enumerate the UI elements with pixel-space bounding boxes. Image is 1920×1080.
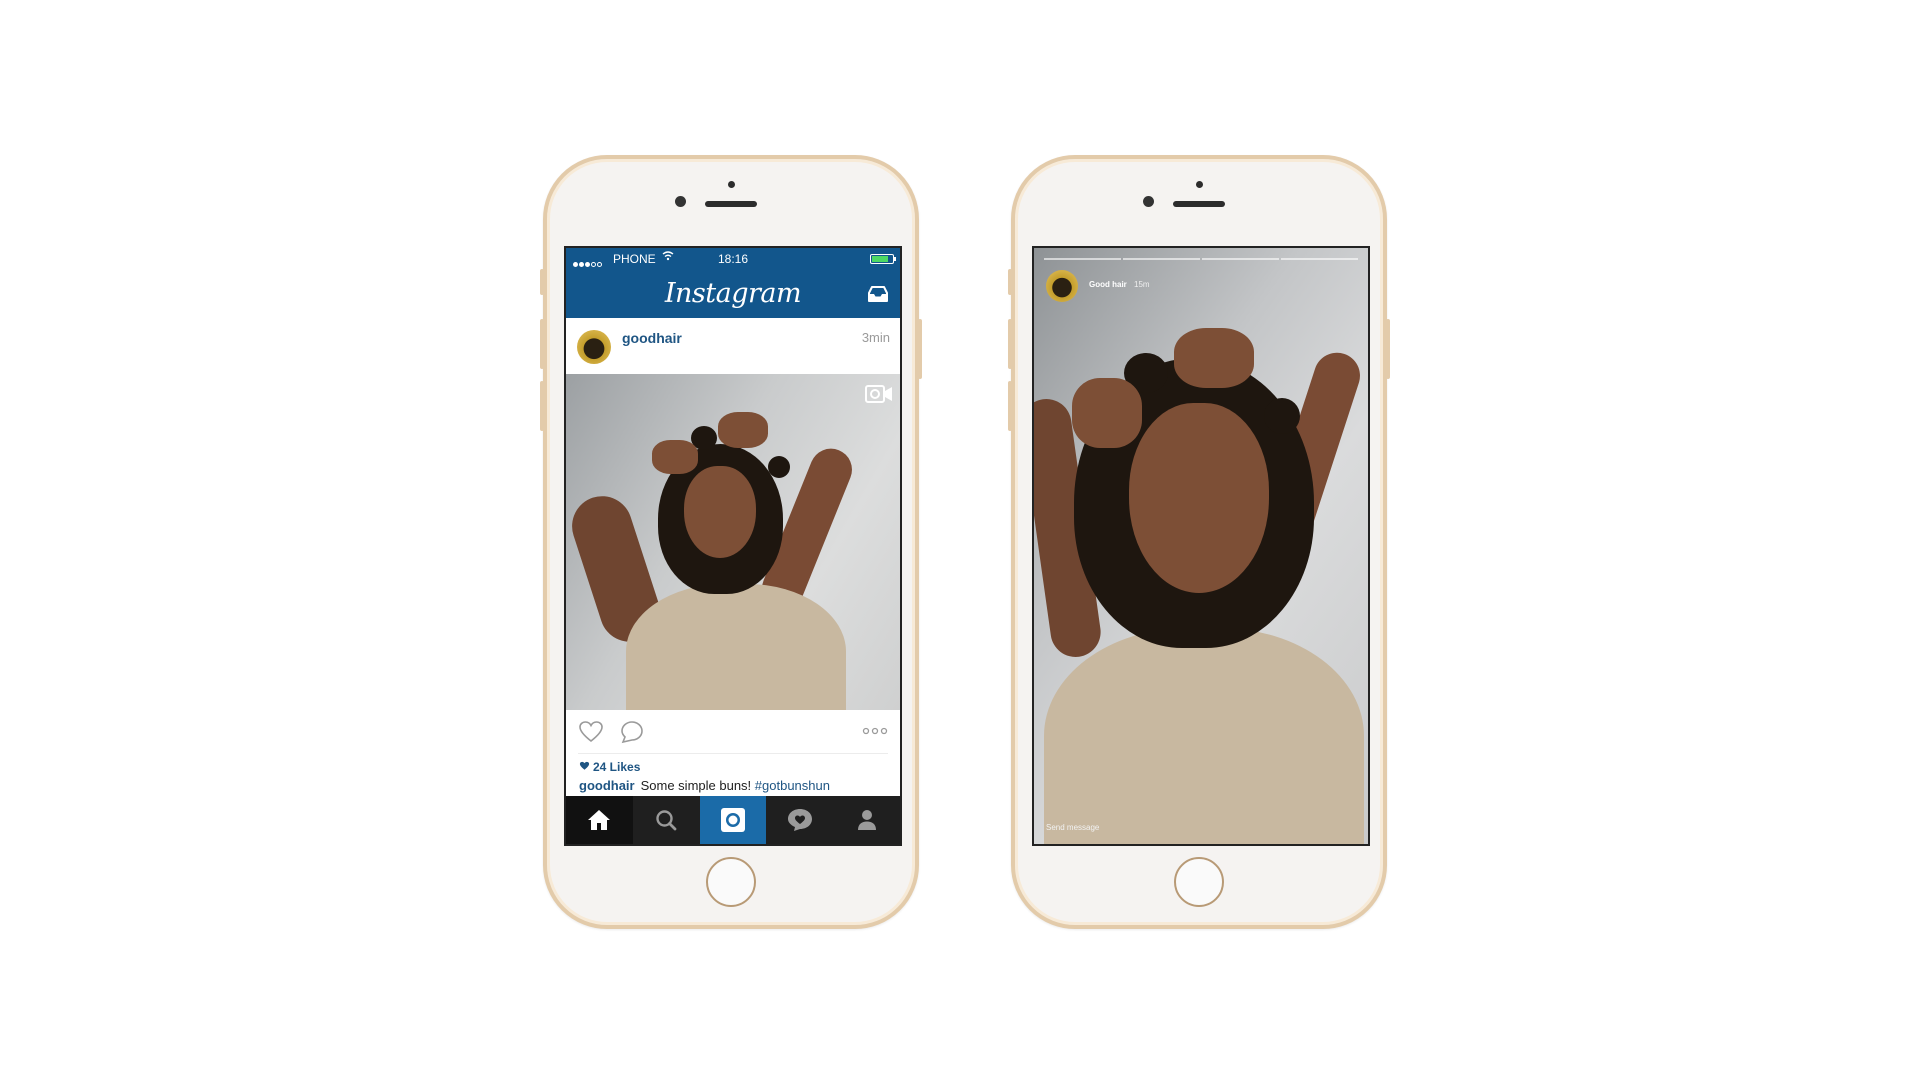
divider: [578, 753, 888, 754]
home-button[interactable]: [1174, 857, 1224, 907]
photo-subject-hand: [1072, 378, 1142, 448]
caption-text: Some simple buns!: [640, 778, 752, 793]
heart-icon[interactable]: [578, 720, 604, 744]
likes-heart-icon: [579, 761, 590, 770]
profile-icon: [857, 810, 876, 830]
avatar[interactable]: [577, 330, 611, 364]
status-bar: PHONE 18:16: [566, 248, 900, 270]
proximity-sensor: [728, 181, 735, 188]
phone-right: Good hair 15m Send message: [1008, 155, 1390, 929]
front-camera: [675, 196, 686, 207]
story-progress-bar: [1044, 258, 1358, 260]
front-camera: [1143, 196, 1154, 207]
progress-segment: [1281, 258, 1358, 260]
screen-feed: PHONE 18:16 Instagram goodhair 3min 24 L…: [564, 246, 902, 846]
post-actions: [566, 710, 900, 752]
progress-segment: [1202, 258, 1279, 260]
likes-label: 24 Likes: [593, 760, 641, 774]
photo-subject-hand: [652, 440, 698, 474]
caption-username[interactable]: goodhair: [579, 778, 635, 793]
photo-subject-bun: [1264, 398, 1300, 434]
story-username[interactable]: Good hair: [1089, 280, 1127, 289]
phone-left: PHONE 18:16 Instagram goodhair 3min 24 L…: [540, 155, 922, 929]
home-button[interactable]: [706, 857, 756, 907]
activity-icon: [787, 809, 812, 831]
progress-segment: [1123, 258, 1200, 260]
power-button: [1386, 319, 1390, 379]
post-photo[interactable]: [566, 374, 900, 710]
photo-subject-hand: [718, 412, 768, 448]
carrier-label: PHONE: [613, 252, 656, 266]
power-button: [918, 319, 922, 379]
photo-subject-bun: [768, 456, 790, 478]
progress-segment: [1044, 258, 1121, 260]
signal-icon: [573, 256, 603, 270]
battery-icon: [870, 254, 896, 264]
post-header: goodhair 3min: [566, 318, 900, 375]
photo-subject-body: [1044, 628, 1364, 844]
photo-subject-face: [684, 466, 756, 558]
story-timestamp: 15m: [1134, 280, 1150, 289]
earpiece-speaker: [1173, 201, 1225, 207]
clock: 18:16: [718, 252, 749, 266]
volume-down-button: [540, 381, 544, 431]
inbox-icon[interactable]: [867, 285, 889, 303]
mute-switch: [1008, 269, 1012, 295]
home-icon: [588, 810, 611, 830]
tab-activity[interactable]: [766, 796, 833, 844]
volume-down-button: [1008, 381, 1012, 431]
tab-bar: [566, 796, 900, 844]
story-photo[interactable]: [1034, 248, 1368, 844]
volume-up-button: [540, 319, 544, 369]
tab-camera[interactable]: [699, 796, 767, 844]
send-message-input[interactable]: Send message: [1046, 823, 1099, 832]
earpiece-speaker: [705, 201, 757, 207]
post-username[interactable]: goodhair: [622, 330, 682, 346]
photo-subject-body: [626, 584, 846, 710]
wifi-icon: [662, 250, 674, 265]
proximity-sensor: [1196, 181, 1203, 188]
volume-up-button: [1008, 319, 1012, 369]
camera-icon: [720, 808, 745, 832]
comment-icon[interactable]: [620, 720, 644, 744]
mute-switch: [540, 269, 544, 295]
video-camera-icon: [865, 385, 892, 403]
story-avatar[interactable]: [1046, 270, 1078, 302]
post-timestamp: 3min: [861, 330, 890, 345]
screen-story[interactable]: Good hair 15m Send message: [1032, 246, 1370, 846]
app-header: Instagram: [566, 270, 900, 318]
more-options-icon[interactable]: [862, 727, 888, 735]
caption-hashtag[interactable]: #gotbunshun: [755, 778, 830, 793]
tab-search[interactable]: [633, 796, 700, 844]
tab-profile[interactable]: [833, 796, 900, 844]
tab-home[interactable]: [566, 796, 633, 844]
search-icon: [656, 810, 677, 831]
photo-subject-face: [1129, 403, 1269, 593]
instagram-logo: Instagram: [664, 278, 802, 309]
likes-count[interactable]: 24 Likes: [579, 760, 640, 774]
photo-subject-hand: [1174, 328, 1254, 388]
post-caption: goodhair Some simple buns! #gotbunshun: [579, 778, 830, 793]
